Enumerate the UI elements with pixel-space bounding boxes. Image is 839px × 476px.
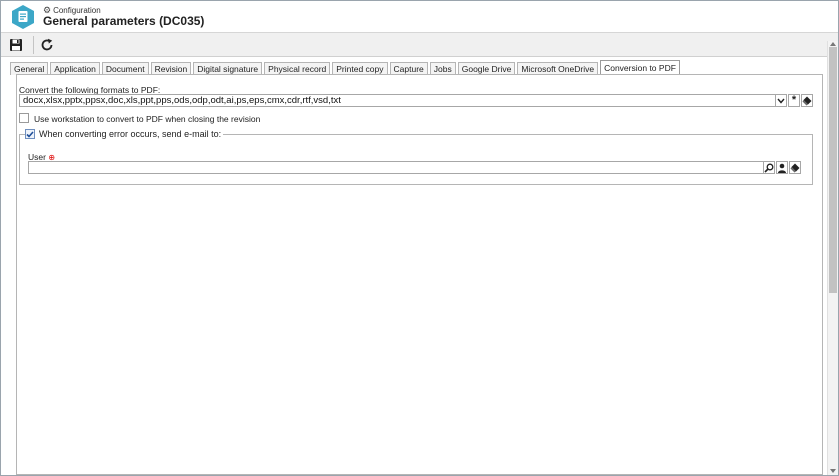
- save-icon: [10, 39, 22, 51]
- formats-combo-input[interactable]: docx,xlsx,pptx,ppsx,doc,xls,ppt,pps,ods,…: [19, 94, 776, 107]
- eraser-icon: [790, 163, 800, 172]
- toolbar-separator: [33, 36, 34, 54]
- scrollbar-thumb[interactable]: [829, 47, 837, 293]
- asterisk-icon: *: [791, 94, 797, 106]
- user-clear-button[interactable]: [789, 161, 801, 174]
- scroll-up-arrow-icon[interactable]: [830, 42, 836, 46]
- document-icon: [11, 4, 35, 30]
- formats-clear-button[interactable]: [801, 94, 813, 107]
- eraser-icon: [802, 96, 812, 105]
- check-icon: [26, 130, 34, 138]
- formats-reset-button[interactable]: *: [788, 94, 800, 107]
- scroll-down-arrow-icon[interactable]: [830, 469, 836, 473]
- refresh-icon: [41, 38, 53, 51]
- user-input[interactable]: [28, 161, 764, 174]
- main-window: ⚙ Configuration General parameters (DC03…: [0, 0, 839, 476]
- conversion-panel: Convert the following formats to PDF: do…: [16, 74, 823, 475]
- tab-conversion-to-pdf[interactable]: Conversion to PDF: [600, 60, 680, 74]
- toolbar: [1, 33, 838, 57]
- chevron-down-icon: [777, 98, 785, 104]
- error-email-label: When converting error occurs, send e-mai…: [39, 129, 222, 139]
- error-email-group: [19, 134, 813, 185]
- workstation-label: Use workstation to convert to PDF when c…: [34, 114, 261, 124]
- user-search-button[interactable]: [763, 161, 775, 174]
- user-icon: [778, 163, 786, 173]
- error-email-legend: When converting error occurs, send e-mai…: [25, 128, 224, 140]
- page-title: General parameters (DC035): [43, 14, 205, 28]
- vertical-scrollbar[interactable]: [827, 41, 838, 475]
- user-select-button[interactable]: [776, 161, 788, 174]
- workstation-checkbox[interactable]: [19, 113, 29, 123]
- header: ⚙ Configuration General parameters (DC03…: [1, 1, 838, 33]
- formats-dropdown-button[interactable]: [775, 94, 787, 107]
- save-button[interactable]: [5, 35, 27, 55]
- refresh-button[interactable]: [36, 35, 58, 55]
- search-icon: [764, 163, 774, 173]
- error-email-checkbox[interactable]: [25, 129, 35, 139]
